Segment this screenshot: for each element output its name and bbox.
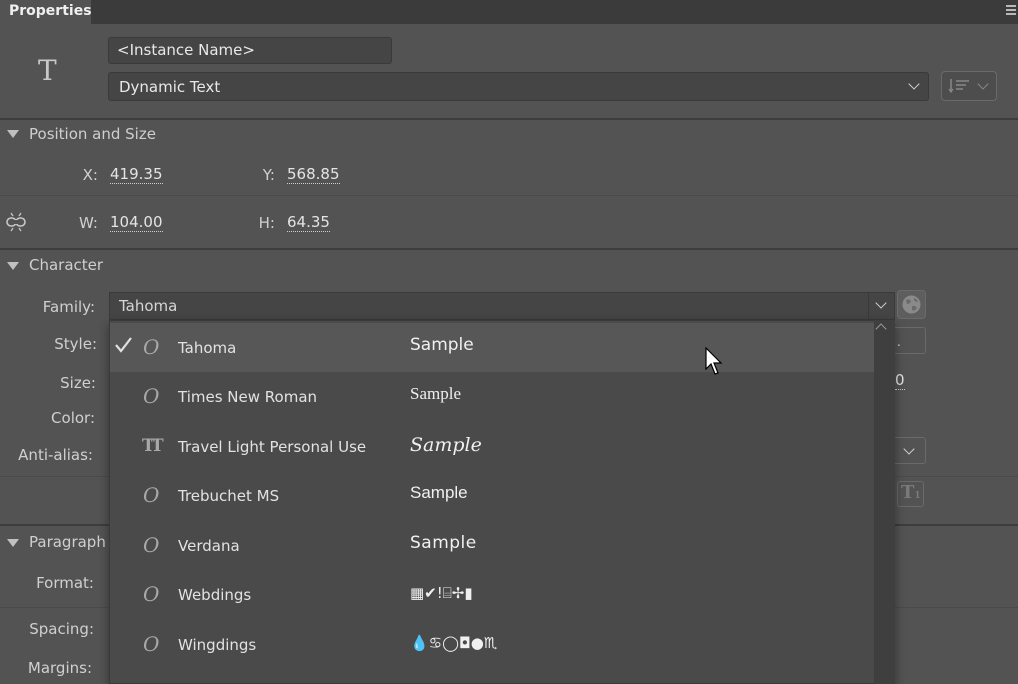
font-option-name: Tahoma [178,339,237,357]
font-option-sample: 💧♋◯◘●♏ [410,634,498,652]
section-header-position-size[interactable]: Position and Size [29,125,156,143]
font-option-times-new-roman[interactable]: O Times New Roman Sample [110,372,874,421]
font-option-sample: Sample [410,384,461,403]
text-orientation-button[interactable] [941,71,997,101]
font-option-name: Webdings [178,586,252,604]
chevron-down-icon [908,78,920,90]
h-label: H: [258,214,275,232]
mouse-cursor-icon [705,347,723,375]
font-style-value-peek: . [897,335,901,349]
chevron-down-icon [903,443,915,455]
h-value[interactable]: 64.35 [287,213,330,232]
family-label: Family: [42,298,95,316]
opentype-icon: O [143,582,160,606]
size-label: Size: [60,374,96,392]
collapse-triangle-icon[interactable] [7,130,19,138]
font-option-name: Trebuchet MS [178,487,280,505]
y-label: Y: [262,166,275,184]
subscript-toggle-icon[interactable]: T1 [897,481,924,507]
divider [0,195,1018,196]
style-label: Style: [54,335,97,353]
orientation-icon [948,79,969,94]
margins-label: Margins: [27,659,92,677]
font-option-sample: Sample [410,483,468,502]
font-option-travel-light[interactable]: TT Travel Light Personal Use Sample [110,422,874,471]
chevron-down-icon [977,78,989,90]
text-type-select[interactable]: Dynamic Text [108,72,929,101]
section-header-paragraph[interactable]: Paragraph [29,533,106,551]
x-value[interactable]: 419.35 [110,165,163,184]
globe-icon [902,295,921,314]
font-family-dropdown-button[interactable] [868,292,894,320]
font-option-sample: Sample [410,335,474,355]
font-family-field[interactable]: Tahoma [109,292,895,320]
embed-fonts-button[interactable] [897,290,926,319]
font-option-wingdings[interactable]: O Wingdings 💧♋◯◘●♏ [110,620,874,669]
antialias-label: Anti-alias: [18,446,93,464]
font-option-sample: Sample [410,434,482,456]
collapse-triangle-icon[interactable] [7,262,19,270]
tab-properties[interactable]: Properties [0,0,92,24]
opentype-icon: O [143,335,160,359]
divider [0,118,1018,120]
antialias-select-edge[interactable] [893,437,926,464]
size-value-peek[interactable]: 0 [895,371,905,390]
opentype-icon: O [143,632,160,656]
spacing-label: Spacing: [29,620,94,638]
chevron-down-icon [875,297,887,309]
font-option-trebuchet-ms[interactable]: O Trebuchet MS Sample [110,471,874,520]
link-proportions-icon[interactable] [5,211,27,233]
truetype-icon: TT [142,436,164,456]
x-label: X: [82,166,98,184]
font-family-dropdown-list[interactable]: O Tahoma Sample O Times New Roman Sample… [109,320,895,684]
instance-name-field[interactable]: <Instance Name> [108,37,392,64]
font-option-tahoma[interactable]: O Tahoma Sample [110,323,874,372]
opentype-icon: O [143,384,160,408]
font-option-name: Times New Roman [178,388,318,406]
divider [0,248,1018,250]
dropdown-scrollbar[interactable] [874,320,895,684]
font-option-sample: ▦✔!⌸✢▮ [410,584,473,602]
font-option-webdings[interactable]: O Webdings ▦✔!⌸✢▮ [110,570,874,619]
section-header-character[interactable]: Character [29,256,103,274]
text-type-value: Dynamic Text [119,78,221,96]
panel-menu-icon[interactable] [1002,3,1018,19]
text-tool-icon: T [38,54,57,87]
opentype-icon: O [143,533,160,557]
font-option-name: Travel Light Personal Use [178,438,367,456]
font-option-sample: Sample [410,533,477,553]
font-option-name: Verdana [178,537,240,555]
font-option-verdana[interactable]: O Verdana Sample [110,521,874,570]
panel-tab-bar [0,0,1018,24]
font-option-name: Wingdings [178,636,257,654]
collapse-triangle-icon[interactable] [7,539,19,547]
w-value[interactable]: 104.00 [110,213,163,232]
format-label: Format: [36,574,94,592]
w-label: W: [78,214,98,232]
color-label: Color: [51,409,95,427]
checkmark-icon [115,337,132,353]
opentype-icon: O [143,483,160,507]
y-value[interactable]: 568.85 [287,165,340,184]
